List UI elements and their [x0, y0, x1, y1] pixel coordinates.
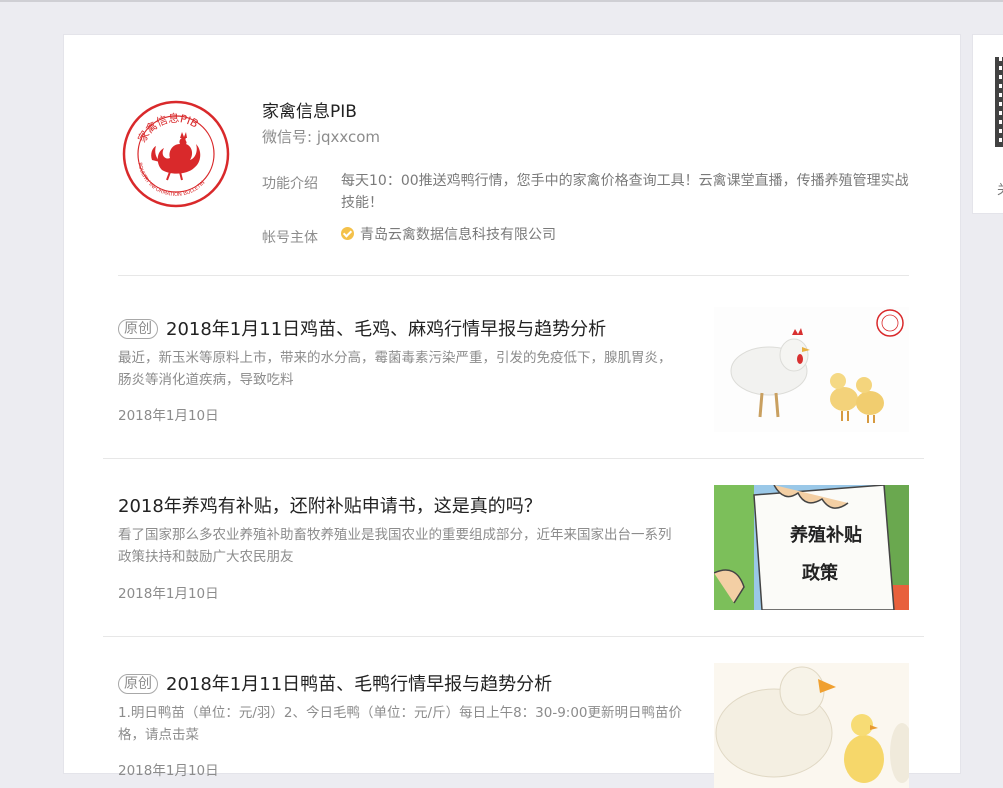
article-title[interactable]: 2018年1月11日鸭苗、毛鸭行情早报与趋势分析 — [166, 674, 552, 695]
article-title-row[interactable]: 原创 2018年1月11日鸡苗、毛鸡、麻鸡行情早报与趋势分析 — [118, 315, 606, 341]
subsidy-policy-image[interactable]: 养殖补贴 政策 — [714, 485, 909, 610]
article-desc: 看了国家那么多农业养殖补助畜牧养殖业是我国农业的重要组成部分，近年来国家出台一系… — [118, 527, 672, 565]
article-desc: 1.明日鸭苗（单位：元/羽）2、今日毛鸭（单位：元/斤）每日上午8：30-9:0… — [118, 705, 683, 743]
rooster-and-chicks-image[interactable] — [714, 307, 909, 432]
thumb-text-1: 养殖补贴 — [789, 524, 862, 546]
verified-icon — [341, 227, 354, 240]
browser-top-border — [0, 0, 1003, 2]
side-panel: 关 — [972, 34, 1003, 214]
article-title-row[interactable]: 原创 2018年1月11日鸭苗、毛鸭行情早报与趋势分析 — [118, 670, 552, 696]
profile-divider — [118, 275, 909, 276]
owner-label: 帐号主体 — [262, 230, 318, 246]
account-name: 家禽信息PIB — [262, 102, 357, 122]
article-title[interactable]: 2018年1月11日鸡苗、毛鸡、麻鸡行情早报与趋势分析 — [166, 319, 606, 340]
account-card: 家禽信息PIB POULTRY INFORMATION BULLETIN 家禽信… — [63, 34, 961, 788]
article-divider — [103, 636, 924, 637]
original-tag: 原创 — [118, 674, 158, 694]
article-title[interactable]: 2018年养鸡有补贴，还附补贴申请书，这是真的吗？ — [118, 492, 542, 518]
thumb-text-2: 政策 — [802, 562, 839, 584]
qr-code-icon[interactable] — [995, 57, 1003, 147]
owner-row[interactable]: 青岛云禽数据信息科技有限公司 — [341, 224, 909, 246]
intro-label: 功能介绍 — [262, 176, 318, 192]
wechat-id: 微信号: jqxxcom — [262, 128, 381, 146]
article-date: 2018年1月10日 — [118, 763, 219, 779]
original-tag: 原创 — [118, 319, 158, 339]
article-divider — [103, 458, 924, 459]
qr-caption: 关 — [997, 179, 1003, 198]
watermark-logo-icon — [876, 309, 904, 337]
ducks-image[interactable] — [714, 663, 909, 788]
article-date: 2018年1月10日 — [118, 408, 219, 424]
intro-text: 每天10：00推送鸡鸭行情，您手中的家禽价格查询工具！云禽课堂直播，传播养殖管理… — [341, 173, 909, 211]
owner-text: 青岛云禽数据信息科技有限公司 — [360, 227, 556, 243]
article-desc: 最近，新玉米等原料上市，带来的水分高，霉菌毒素污染严重，引发的免疫低下，腺肌胃炎… — [118, 350, 672, 388]
article-date: 2018年1月10日 — [118, 586, 219, 602]
account-logo: 家禽信息PIB POULTRY INFORMATION BULLETIN — [122, 100, 230, 208]
